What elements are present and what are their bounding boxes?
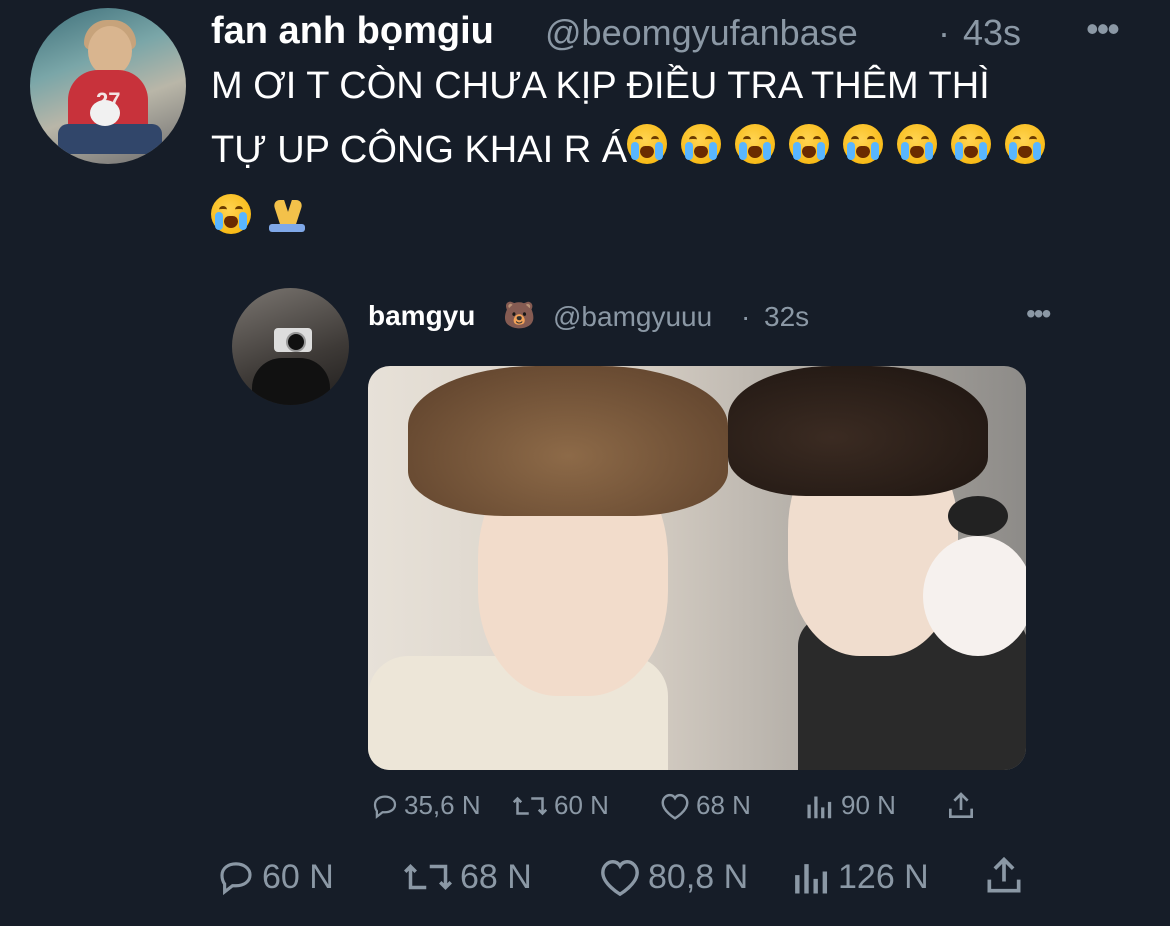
quoted-reply-button[interactable]: 35,6 N — [370, 790, 481, 821]
reply-icon — [214, 856, 258, 898]
tweet-text-line-1: M ƠI T CÒN CHƯA KỊP ĐIỀU TRA THÊM THÌ — [211, 65, 990, 107]
bear-emoji: 🐻 — [503, 300, 536, 330]
crying-face-emoji — [843, 124, 887, 168]
quoted-like-button[interactable]: 68 N — [658, 790, 751, 821]
reply-button[interactable]: 60 N — [214, 856, 334, 898]
crying-face-emoji — [951, 124, 995, 168]
tweet-text-line-2: TỰ UP CÔNG KHAI R Á — [211, 118, 1049, 182]
retweet-icon — [510, 791, 550, 821]
quoted-views-button[interactable]: 90 N — [803, 790, 896, 821]
like-icon — [658, 791, 692, 821]
views-button[interactable]: 126 N — [790, 856, 929, 898]
crying-face-emoji — [735, 124, 779, 168]
crying-face-emoji — [627, 124, 671, 168]
quoted-views-count: 90 N — [841, 790, 896, 820]
retweet-button[interactable]: 68 N — [400, 856, 532, 898]
crying-face-emoji — [681, 124, 725, 168]
reply-icon — [370, 791, 400, 821]
share-icon — [945, 790, 977, 822]
quoted-reply-count: 35,6 N — [404, 790, 481, 820]
quoted-tweet-photo[interactable] — [368, 366, 1026, 770]
views-icon — [790, 856, 834, 898]
tweet-text-line-3 — [211, 188, 309, 252]
folded-hands-emoji — [265, 194, 309, 238]
crying-face-emoji — [897, 124, 941, 168]
views-icon — [803, 791, 837, 821]
crying-face-emoji — [789, 124, 833, 168]
quoted-retweet-button[interactable]: 60 N — [510, 790, 609, 821]
tweet-text: TỰ UP CÔNG KHAI R Á — [211, 129, 628, 171]
retweet-count: 68 N — [460, 857, 532, 896]
separator-dot: · — [741, 301, 751, 332]
crying-face-emoji — [211, 194, 255, 238]
separator-dot: · — [938, 12, 950, 53]
like-count: 80,8 N — [648, 857, 749, 896]
reply-count: 60 N — [262, 857, 334, 896]
quoted-share-button[interactable] — [945, 790, 981, 822]
share-button[interactable] — [982, 854, 1030, 898]
quoted-author-avatar[interactable] — [232, 288, 349, 405]
views-count: 126 N — [838, 857, 929, 896]
crying-face-emoji — [1005, 124, 1049, 168]
like-button[interactable]: 80,8 N — [596, 856, 748, 898]
quoted-like-count: 68 N — [696, 790, 751, 820]
quoted-author-handle[interactable]: @bamgyuuu — [553, 301, 712, 333]
author-avatar[interactable]: 27 — [30, 8, 186, 164]
quoted-author-display-name[interactable]: bamgyu — [368, 300, 475, 332]
like-icon — [596, 856, 644, 898]
author-display-name[interactable]: fan anh bọmgiu — [211, 10, 494, 53]
quoted-retweet-count: 60 N — [554, 790, 609, 820]
retweet-icon — [400, 856, 456, 898]
author-handle[interactable]: @beomgyufanbase — [545, 12, 858, 54]
more-options-icon[interactable]: ••• — [1086, 8, 1120, 50]
tweet-timestamp[interactable]: 43s — [963, 12, 1021, 54]
quoted-tweet-timestamp[interactable]: 32s — [764, 301, 809, 333]
quoted-more-options-icon[interactable]: ••• — [1026, 298, 1051, 330]
share-icon — [982, 854, 1026, 898]
